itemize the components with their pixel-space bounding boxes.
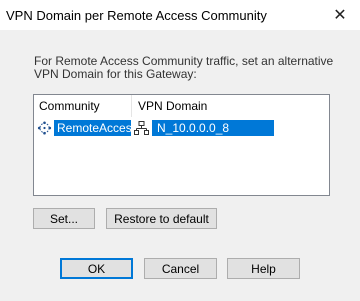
restore-default-button[interactable]: Restore to default [106,208,217,229]
remote-access-community-icon [37,121,52,135]
cell-vpn-domain: N_10.0.0.0_8 [152,120,274,136]
cell-community: RemoteAccess [54,120,138,136]
title-bar: VPN Domain per Remote Access Community ✕ [0,0,360,30]
set-button[interactable]: Set... [33,208,95,229]
help-button[interactable]: Help [227,258,300,279]
cancel-button[interactable]: Cancel [144,258,217,279]
dialog-title: VPN Domain per Remote Access Community [6,8,267,23]
network-icon [134,121,149,135]
community-domain-table[interactable]: Community VPN Domain RemoteAccess N_10.0… [33,94,330,196]
close-icon: ✕ [333,7,347,24]
description: For Remote Access Community traffic, set… [34,55,334,81]
column-header-vpn-domain[interactable]: VPN Domain [133,95,329,117]
ok-button[interactable]: OK [60,258,133,279]
column-header-community[interactable]: Community [34,95,132,117]
table-row[interactable]: RemoteAccess N_10.0.0.0_8 [34,119,329,137]
description-line-2: VPN Domain for this Gateway: [34,67,197,81]
close-button[interactable]: ✕ [325,3,355,27]
